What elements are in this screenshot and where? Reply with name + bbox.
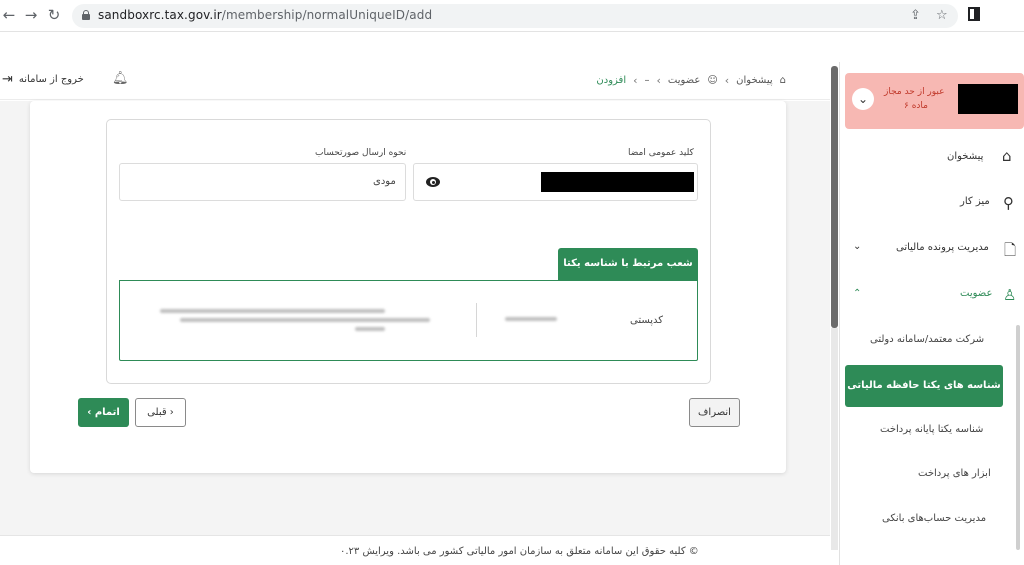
finish-label: اتمام (94, 407, 120, 418)
alert-title: عبور از حد مجاز (884, 87, 945, 97)
finish-button[interactable]: اتمام › (78, 398, 129, 427)
forward-icon[interactable]: → (22, 6, 40, 24)
chevron-left-icon: › (656, 74, 661, 87)
browser-chrome: ← → ↻ sandboxrc.tax.gov.ir/membership/no… (0, 0, 1024, 32)
home-icon: ⌂ (1002, 147, 1012, 165)
chevron-up-icon[interactable]: ⌃ (853, 288, 861, 299)
chevron-left-icon: › (633, 74, 638, 87)
blurred-code (505, 317, 557, 321)
sidebar-item-workdesk[interactable]: میز کار (960, 196, 990, 207)
lock-icon (82, 10, 90, 20)
sidebar-item-dashboard[interactable]: پیشخوان (947, 151, 983, 162)
divider (476, 303, 477, 337)
invoice-send-value: مودی (373, 176, 396, 187)
breadcrumb: ⌂ پیشخوان › ☺ عضویت › – › افزودن (596, 74, 786, 87)
reload-icon[interactable]: ↻ (45, 6, 63, 24)
sidebar-subitem-bank-accounts[interactable]: مدیریت حساب‌های بانکی (882, 513, 986, 524)
chevron-left-icon: ‹ (166, 407, 174, 418)
user-icon: ♙ (1003, 286, 1017, 304)
home-icon: ⌂ (779, 75, 786, 86)
previous-label: قبلی (147, 407, 167, 418)
footer: © کلیه حقوق این سامانه متعلق به سازمان ا… (0, 535, 830, 565)
scrollbar-track (831, 328, 838, 550)
breadcrumb-membership[interactable]: عضویت (668, 75, 700, 86)
cancel-button[interactable]: انصراف (689, 398, 740, 427)
sidebar-subitem-unique-ids[interactable]: شناسه های یکتا حافظه مالیاتی (845, 365, 1003, 407)
sidebar-scrollbar[interactable] (1016, 325, 1020, 550)
eye-icon[interactable] (426, 177, 440, 187)
url-text: sandboxrc.tax.gov.ir/membership/normalUn… (98, 8, 433, 22)
sidebar-subitem-payment-tools[interactable]: ابزار های پرداخت (918, 468, 991, 479)
logout-button[interactable]: خروج از سامانه ⇥ (2, 72, 84, 87)
chevron-right-icon: › (87, 407, 92, 418)
side-panel-icon[interactable] (968, 7, 980, 21)
invoice-send-field[interactable] (119, 163, 406, 201)
sidebar-item-membership[interactable]: عضویت (960, 288, 992, 299)
footer-text: © کلیه حقوق این سامانه متعلق به سازمان ا… (340, 546, 699, 557)
sidebar-subitem-payment-terminal[interactable]: شناسه یکتا پایانه پرداخت (880, 424, 983, 435)
alert-subtitle: ماده ۶ (904, 101, 928, 111)
breadcrumb-add: افزودن (596, 75, 627, 86)
breadcrumb-dash: – (644, 75, 650, 86)
breadcrumb-home[interactable]: پیشخوان (736, 75, 772, 86)
share-icon[interactable]: ⇪ (910, 8, 921, 23)
sidebar-subitem-trusted-company[interactable]: شرکت معتمد/سامانه دولتی (870, 334, 984, 345)
sidebar-item-tax-file[interactable]: مدیریت پرونده مالیاتی (896, 242, 989, 253)
redacted-key (541, 172, 694, 192)
blurred-address (160, 309, 385, 313)
logout-icon: ⇥ (2, 72, 13, 87)
chevron-down-icon[interactable]: ⌄ (852, 88, 874, 110)
logout-label: خروج از سامانه (18, 74, 84, 85)
star-icon[interactable]: ☆ (936, 8, 948, 23)
chevron-down-icon[interactable]: ⌄ (853, 241, 861, 252)
blurred-address (180, 318, 430, 322)
public-key-label: کلید عمومی امضا (628, 148, 694, 158)
file-icon: 🗋︎ (1004, 241, 1017, 259)
main-scrollbar-thumb[interactable] (831, 66, 838, 328)
previous-button[interactable]: ‹ قبلی (135, 398, 186, 427)
chevron-left-icon: › (724, 74, 730, 87)
blurred-address (355, 327, 385, 331)
branches-tab[interactable]: شعب مرتبط با شناسه یکتا (558, 248, 698, 280)
bell-icon[interactable]: 🔔︎ (112, 71, 129, 86)
user-icon: ☺ (707, 75, 718, 86)
back-icon[interactable]: ← (0, 6, 18, 24)
address-bar[interactable]: sandboxrc.tax.gov.ir/membership/normalUn… (72, 4, 958, 28)
postal-code-label: کدپستی (630, 315, 664, 326)
workflow-icon: ⚲ (1003, 194, 1014, 212)
app-header: خروج از سامانه ⇥ 🔔︎ ⌂ پیشخوان › ☺ عضویت … (0, 62, 830, 100)
sidebar (839, 62, 1024, 565)
invoice-send-label: نحوه ارسال صورتحساب (315, 148, 407, 158)
redacted-alert (958, 84, 1018, 114)
